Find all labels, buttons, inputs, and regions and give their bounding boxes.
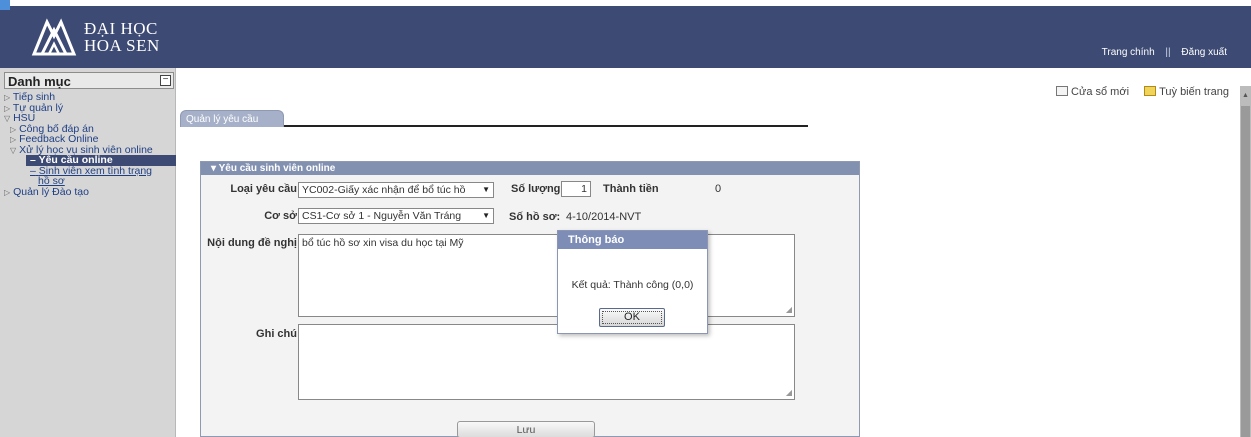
expand-triangle-icon: ▷ xyxy=(4,187,11,197)
home-link[interactable]: Trang chính xyxy=(1102,47,1155,58)
note-label: Ghi chú xyxy=(256,328,297,340)
lotus-logo-icon xyxy=(31,18,77,56)
tab-underline xyxy=(284,125,808,127)
file-number-value: 4-10/2014-NVT xyxy=(566,211,642,223)
customize-page-button[interactable]: Tuỳ biến trang xyxy=(1144,86,1229,98)
sidebar-menu: ▷ Tiếp sinh ▷ Tự quản lý ▽ HSU ▷ Công bố… xyxy=(4,92,176,197)
quantity-label: Số lượng xyxy=(511,183,561,195)
sidebar-header: Danh mục − xyxy=(4,72,174,89)
corner-accent xyxy=(0,0,10,10)
collapse-triangle-icon: ▽ xyxy=(10,145,17,155)
campus-select[interactable]: CS1-Cơ sở 1 - Nguyễn Văn Tráng ▼ xyxy=(298,208,494,224)
sidebar-item-xem-tinh-trang[interactable]: – Sinh viên xem tình trạng xyxy=(4,165,176,177)
dropdown-arrow-icon: ▼ xyxy=(482,185,490,194)
logout-link[interactable]: Đăng xuất xyxy=(1181,47,1227,58)
sidebar-title: Danh mục xyxy=(8,74,71,89)
expand-triangle-icon: ▷ xyxy=(10,135,17,144)
quantity-input[interactable]: 1 xyxy=(561,181,591,197)
logo-line-2: HOA SEN xyxy=(84,36,160,55)
file-number-label: Số hồ sơ: xyxy=(509,211,561,223)
amount-label: Thành tiền xyxy=(603,183,659,195)
new-window-icon xyxy=(1056,86,1069,96)
collapse-icon[interactable]: − xyxy=(160,75,171,86)
resize-grip-icon[interactable]: ◢ xyxy=(786,305,792,314)
expand-triangle-icon: ▷ xyxy=(4,93,11,102)
new-window-button[interactable]: Cửa sổ mới xyxy=(1056,86,1129,98)
ok-button[interactable]: OK xyxy=(599,308,665,327)
content-label: Nội dung đề nghị xyxy=(207,237,297,249)
link-separator: || xyxy=(1165,47,1171,58)
amount-value: 0 xyxy=(715,183,722,195)
panel-header[interactable]: ▾ Yêu cầu sinh viên online xyxy=(201,162,859,175)
app-header: ĐẠI HỌC HOA SEN Trang chính || Đăng xuất xyxy=(0,0,1251,68)
request-form-panel: ▾ Yêu cầu sinh viên online Loại yêu cầu … xyxy=(200,161,860,437)
scroll-up-arrow-icon[interactable]: ▲ xyxy=(1242,92,1249,99)
note-textarea[interactable]: ◢ xyxy=(298,324,795,400)
panel-collapse-icon: ▾ xyxy=(211,163,219,174)
dialog-title[interactable]: Thông báo xyxy=(558,231,707,249)
scrollbar-thumb[interactable] xyxy=(1241,106,1250,437)
sidebar: Danh mục − ▷ Tiếp sinh ▷ Tự quản lý ▽ HS… xyxy=(0,68,176,437)
request-type-label: Loại yêu cầu xyxy=(230,183,297,195)
header-top-band xyxy=(0,0,1251,6)
campus-label: Cơ sở xyxy=(264,210,297,222)
resize-grip-icon[interactable]: ◢ xyxy=(786,388,792,397)
vertical-scrollbar[interactable]: ▲ xyxy=(1240,86,1251,437)
dialog-message: Kết quả: Thành công (0,0) xyxy=(571,279,694,291)
save-button[interactable]: Lưu xyxy=(457,421,595,437)
page-toolbar: Cửa sổ mới Tuỳ biến trang xyxy=(1044,86,1229,98)
dropdown-arrow-icon: ▼ xyxy=(482,211,490,220)
collapse-triangle-icon: ▽ xyxy=(4,114,11,123)
edit-pencil-icon xyxy=(1144,86,1157,96)
request-type-select[interactable]: YC002-Giấy xác nhận để bổ túc hồ ▼ xyxy=(298,182,494,198)
top-links: Trang chính || Đăng xuất xyxy=(1098,47,1231,58)
notification-dialog: Thông báo Kết quả: Thành công (0,0) OK xyxy=(557,230,708,334)
tab-quan-ly-yeu-cau[interactable]: Quản lý yêu cầu xyxy=(180,110,284,127)
sidebar-item-quan-ly-dao-tao[interactable]: ▷ Quản lý Đào tạo xyxy=(4,186,176,198)
hoa-sen-logo[interactable]: ĐẠI HỌC HOA SEN xyxy=(30,14,170,60)
logo-line-1: ĐẠI HỌC xyxy=(84,19,158,38)
content-textarea[interactable]: bổ túc hồ sơ xin visa du học tại Mỹ ◢ xyxy=(298,234,795,317)
